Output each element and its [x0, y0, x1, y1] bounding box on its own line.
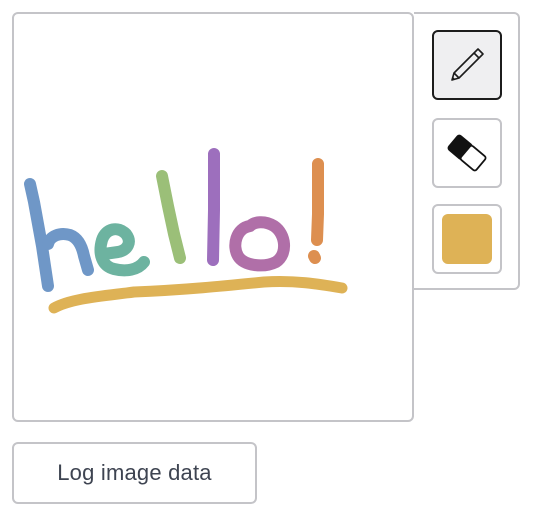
- tool-palette: [414, 12, 520, 290]
- stroke-e: [94, 223, 150, 277]
- stroke-h-arch: [42, 228, 94, 276]
- log-image-data-button[interactable]: Log image data: [12, 442, 257, 504]
- color-picker-button[interactable]: [432, 204, 502, 274]
- drawing-surface: [24, 148, 348, 314]
- stroke-l2: [207, 148, 220, 266]
- stroke-h-stem: [24, 178, 54, 292]
- drawing-canvas[interactable]: [12, 12, 414, 422]
- color-swatch: [442, 214, 492, 264]
- stroke-exclaim-bar: [311, 158, 324, 246]
- stroke-l1: [156, 170, 186, 264]
- stroke-underline: [48, 275, 348, 314]
- eraser-icon: [447, 134, 487, 172]
- stroke-exclaim-dot: [308, 250, 321, 264]
- eraser-tool-button[interactable]: [432, 118, 502, 188]
- stroke-o: [229, 216, 290, 272]
- pencil-tool-button[interactable]: [432, 30, 502, 100]
- pencil-icon: [451, 48, 484, 81]
